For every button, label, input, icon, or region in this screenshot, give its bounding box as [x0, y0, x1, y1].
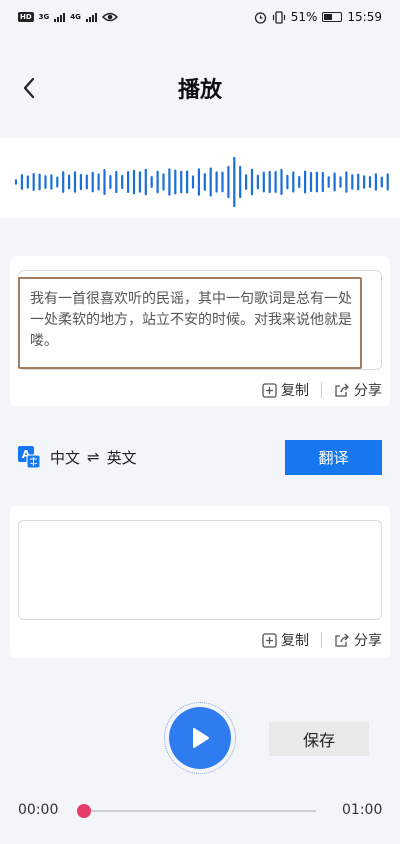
signal-bars-icon: [54, 12, 66, 22]
eye-icon: [101, 12, 118, 22]
back-icon: [23, 77, 35, 99]
copy-label: 复制: [281, 383, 309, 399]
share-icon: [335, 633, 349, 647]
alarm-icon: [254, 11, 266, 24]
translate-button[interactable]: 翻译: [285, 440, 382, 475]
language-row: A 中文 ⇌ 英文: [18, 442, 137, 472]
total-time: 01:00: [342, 802, 383, 818]
status-left: HD 3G 4G: [18, 11, 118, 23]
hd-badge: HD: [18, 12, 34, 22]
share-button[interactable]: 分享: [334, 380, 382, 400]
swap-languages-icon[interactable]: ⇌: [87, 448, 100, 466]
back-button[interactable]: [18, 74, 44, 102]
battery-percent: 51%: [290, 10, 318, 24]
copy-icon: [262, 382, 277, 398]
progress-track[interactable]: [84, 810, 316, 812]
status-right: 51% 15:59: [254, 10, 382, 24]
battery-icon: [322, 12, 343, 22]
share-button[interactable]: 分享: [334, 630, 382, 650]
status-bar: HD 3G 4G 51% 15:59: [0, 0, 400, 34]
action-divider: [321, 632, 322, 648]
translate-language-icon: A: [18, 446, 40, 468]
status-time: 15:59: [347, 10, 382, 24]
share-label: 分享: [354, 383, 382, 399]
copy-button[interactable]: 复制: [262, 630, 309, 650]
copy-label: 复制: [281, 633, 309, 649]
source-text: 我有一首很喜欢听的民谣，其中一句歌词是总有一处一处柔软的地方，站立不安的时候。对…: [30, 291, 352, 349]
source-language[interactable]: 中文: [50, 447, 80, 468]
play-button[interactable]: [164, 702, 236, 774]
network-4g-label: 4G: [70, 13, 81, 21]
share-icon: [335, 383, 349, 397]
vibrate-icon: [272, 10, 285, 24]
translation-text-box[interactable]: [18, 520, 382, 620]
network-3g-label: 3G: [38, 13, 50, 21]
action-divider: [321, 382, 322, 398]
current-time: 00:00: [18, 802, 59, 818]
play-button-core: [169, 707, 231, 769]
signal-bars-icon: [85, 12, 97, 22]
translation-card: 复制 分享: [10, 506, 390, 658]
progress-thumb[interactable]: [77, 804, 91, 818]
share-label: 分享: [354, 633, 382, 649]
copy-icon: [262, 632, 277, 648]
audio-waveform: [0, 138, 400, 218]
source-actions: 复制 分享: [262, 380, 382, 400]
copy-button[interactable]: 复制: [262, 380, 309, 400]
translation-actions: 复制 分享: [262, 630, 382, 650]
save-button[interactable]: 保存: [269, 722, 369, 756]
header: 播放: [0, 60, 400, 116]
target-language[interactable]: 英文: [107, 447, 137, 468]
play-icon: [193, 728, 209, 748]
page-title: 播放: [177, 78, 222, 103]
